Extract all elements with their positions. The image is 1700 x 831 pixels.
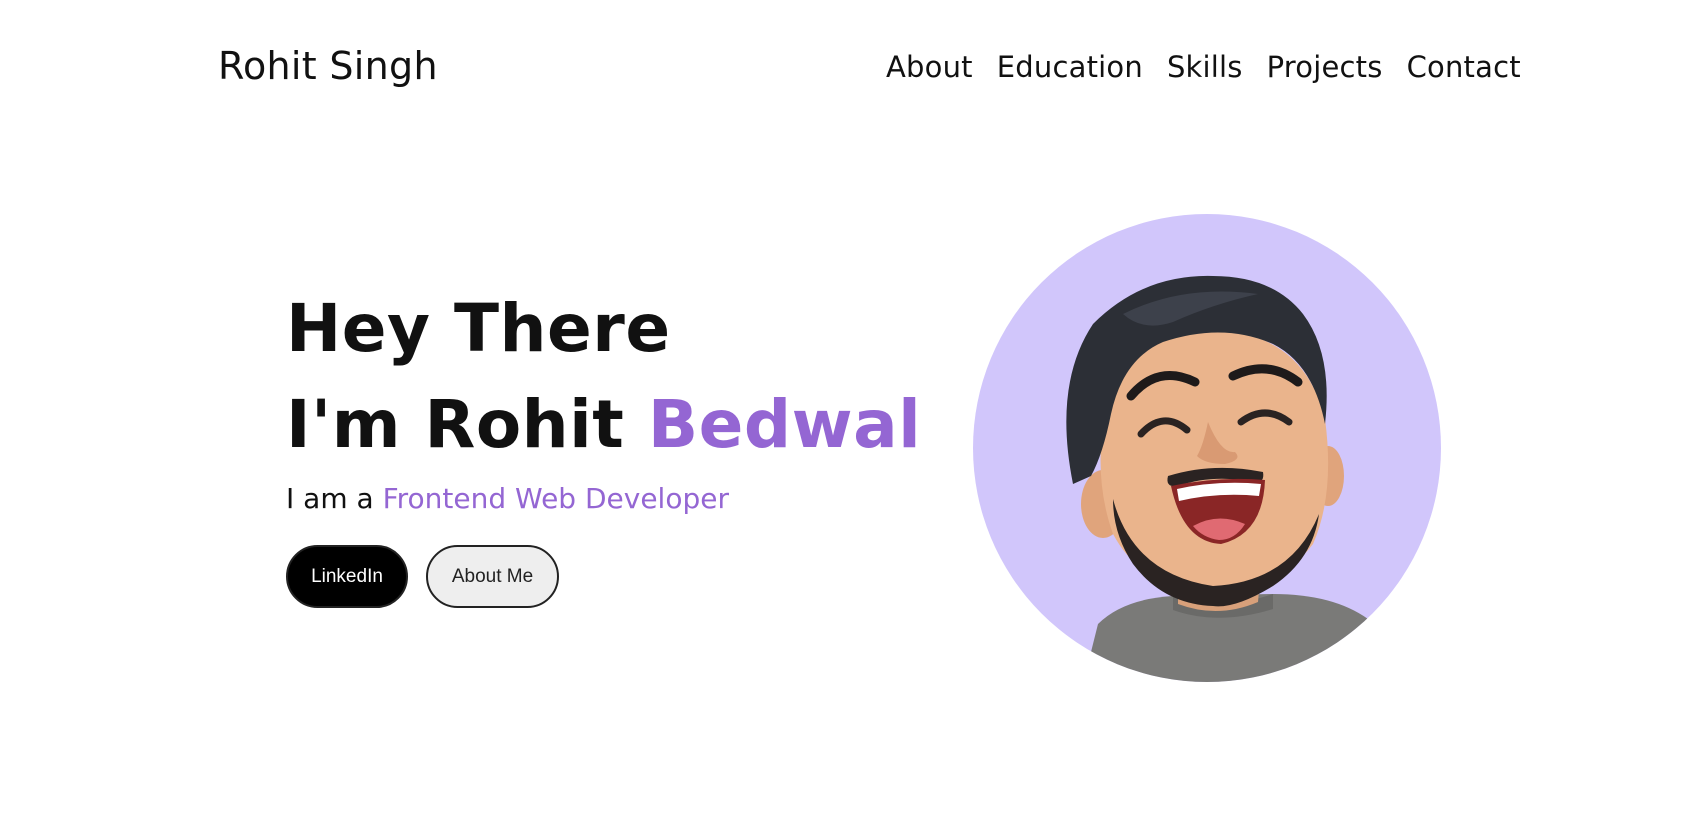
avatar-image: [973, 214, 1441, 682]
header: Rohit Singh About Education Skills Proje…: [0, 0, 1700, 140]
nav-about[interactable]: About: [886, 50, 973, 84]
hero-name-accent: Bedwal: [647, 386, 922, 463]
main-nav: About Education Skills Projects Contact: [886, 50, 1521, 84]
about-me-button[interactable]: About Me: [426, 545, 559, 608]
hero-role-accent: Frontend Web Developer: [382, 482, 729, 515]
page: Rohit Singh About Education Skills Proje…: [0, 0, 1700, 831]
hero-greeting: Hey There: [286, 290, 671, 367]
nav-projects[interactable]: Projects: [1267, 50, 1383, 84]
hero-section: Hey There I'm Rohit Bedwal I am a Fronte…: [286, 296, 921, 608]
hero-name-prefix: I'm Rohit: [286, 386, 648, 463]
nav-education[interactable]: Education: [997, 50, 1143, 84]
brand-name[interactable]: Rohit Singh: [218, 44, 438, 88]
hero-role-line: I am a Frontend Web Developer: [286, 482, 921, 515]
laughing-avatar-icon: [1066, 275, 1393, 682]
hero-name-line: I'm Rohit Bedwal: [286, 392, 921, 458]
hero-role-prefix: I am a: [286, 482, 383, 515]
nav-skills[interactable]: Skills: [1167, 50, 1243, 84]
linkedin-button[interactable]: LinkedIn: [286, 545, 408, 608]
nav-contact[interactable]: Contact: [1407, 50, 1521, 84]
hero-buttons: LinkedIn About Me: [286, 545, 921, 608]
